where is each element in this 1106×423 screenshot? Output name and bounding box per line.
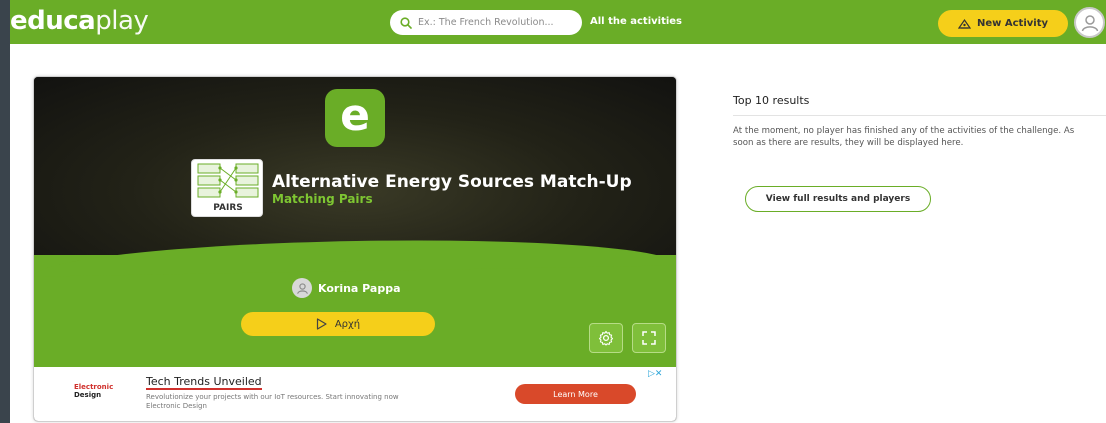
pairs-type-label: PAIRS xyxy=(213,203,243,213)
ad-learn-more-button[interactable]: Learn More xyxy=(515,384,636,404)
new-activity-icon xyxy=(958,18,971,29)
results-empty-message: At the moment, no player has finished an… xyxy=(733,126,1075,148)
activity-title: Alternative Energy Sources Match-Up xyxy=(272,172,632,192)
view-full-results-button[interactable]: View full results and players xyxy=(745,186,931,212)
page: educaplay All the activities New Activit… xyxy=(10,0,1106,423)
all-activities-link[interactable]: All the activities xyxy=(590,16,682,27)
educaplay-logo[interactable]: educaplay xyxy=(10,6,149,36)
settings-button[interactable] xyxy=(589,323,623,353)
educaplay-e-logo: e xyxy=(325,89,385,147)
advertisement-banner[interactable]: Electronic Design Tech Trends Unveiled R… xyxy=(34,367,676,421)
ad-headline[interactable]: Tech Trends Unveiled xyxy=(146,375,262,390)
search-input[interactable] xyxy=(418,17,568,28)
search-box[interactable] xyxy=(390,10,582,35)
user-icon xyxy=(296,282,308,294)
fullscreen-button[interactable] xyxy=(632,323,666,353)
matching-pairs-thumbnail: PAIRS xyxy=(191,159,263,217)
results-divider xyxy=(733,115,1106,116)
ad-brand-logo: Electronic Design xyxy=(74,383,114,399)
search-icon xyxy=(400,16,412,29)
user-icon xyxy=(1081,14,1098,31)
ad-description: Revolutionize your projects with our IoT… xyxy=(146,393,399,410)
author-name: Korina Pappa xyxy=(318,281,401,295)
new-activity-button[interactable]: New Activity xyxy=(938,10,1068,37)
activity-controls: Korina Pappa Αρχή xyxy=(34,255,676,367)
results-heading: Top 10 results xyxy=(733,94,810,107)
top-navbar: educaplay All the activities New Activit… xyxy=(10,0,1106,44)
gear-icon xyxy=(598,330,614,346)
author-link[interactable]: Korina Pappa xyxy=(292,278,401,298)
ad-choices-icon[interactable]: ▷✕ xyxy=(648,369,662,379)
activity-player-card: e PAIRS Alternative Energy Sources Match… xyxy=(33,76,677,422)
user-avatar[interactable] xyxy=(1074,7,1105,38)
activity-cover: e PAIRS Alternative Energy Sources Match… xyxy=(34,77,676,267)
fullscreen-icon xyxy=(642,331,656,345)
activity-type: Matching Pairs xyxy=(272,192,373,206)
pairs-diagram-icon xyxy=(197,163,259,198)
author-avatar xyxy=(292,278,312,298)
start-button[interactable]: Αρχή xyxy=(241,312,435,336)
play-icon xyxy=(316,318,327,330)
